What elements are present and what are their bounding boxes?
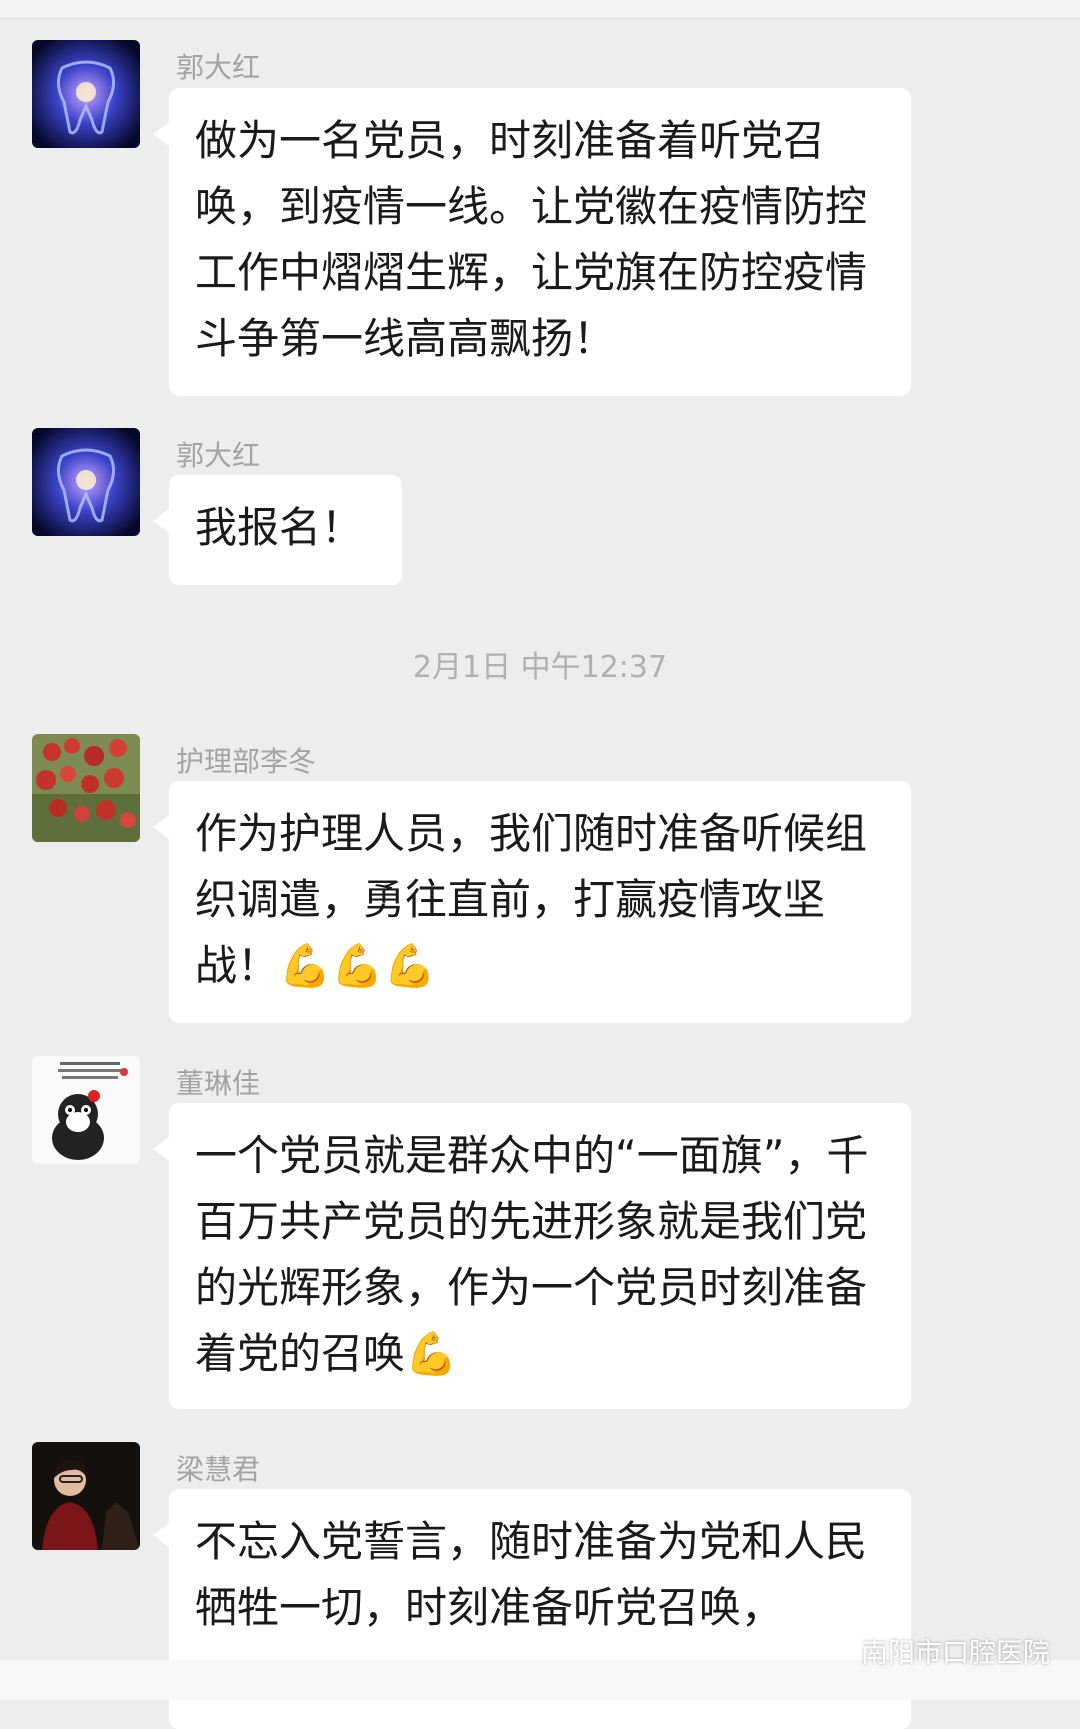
sender-name: 郭大红 [176, 439, 261, 472]
wechat-logo-icon [819, 1633, 853, 1668]
sender-name: 梁慧君 [176, 1453, 261, 1486]
sender-name: 董琳佳 [176, 1067, 261, 1100]
avatar[interactable] [32, 428, 140, 536]
flexed-biceps-icon: 💪 [405, 1329, 458, 1378]
flexed-biceps-icon: 💪💪💪 [279, 941, 436, 990]
avatar[interactable] [32, 734, 140, 842]
top-divider [0, 0, 1080, 19]
message-bubble[interactable]: 我报名！ [153, 475, 402, 585]
message-text: 我报名！ [195, 503, 364, 552]
message-bubble[interactable]: 作为护理人员，我们随时准备听候组织调遣，勇往直前，打赢疫情攻坚战！💪💪💪 [153, 781, 911, 1023]
chat-timestamp: 2月1日 中午12:37 [412, 650, 668, 685]
message-bubble[interactable]: 一个党员就是群众中的“一面旗”，千百万共产党员的先进形象就是我们党的光辉形象，作… [153, 1103, 911, 1409]
account-watermark: 南阳市口腔医院 [819, 1631, 1050, 1670]
message-bubble[interactable]: 做为一名党员，时刻准备着听党召唤，到疫情一线。让党徽在疫情防控工作中熠熠生辉，让… [153, 88, 911, 396]
avatar[interactable] [32, 1056, 140, 1164]
watermark-text: 南阳市口腔医院 [861, 1638, 1050, 1669]
avatar[interactable] [32, 1442, 140, 1550]
avatar[interactable] [32, 40, 140, 148]
message-text: 做为一名党员，时刻准备着听党召唤，到疫情一线。让党徽在疫情防控工作中熠熠生辉，让… [195, 116, 868, 363]
sender-name: 护理部李冬 [176, 745, 317, 778]
sender-name: 郭大红 [176, 51, 261, 84]
message-text: 一个党员就是群众中的“一面旗”，千百万共产党员的先进形象就是我们党的光辉形象，作… [195, 1131, 869, 1378]
message-text: 不忘入党誓言，随时准备为党和人民牺牲一切，时刻准备听党召唤， [195, 1517, 868, 1632]
